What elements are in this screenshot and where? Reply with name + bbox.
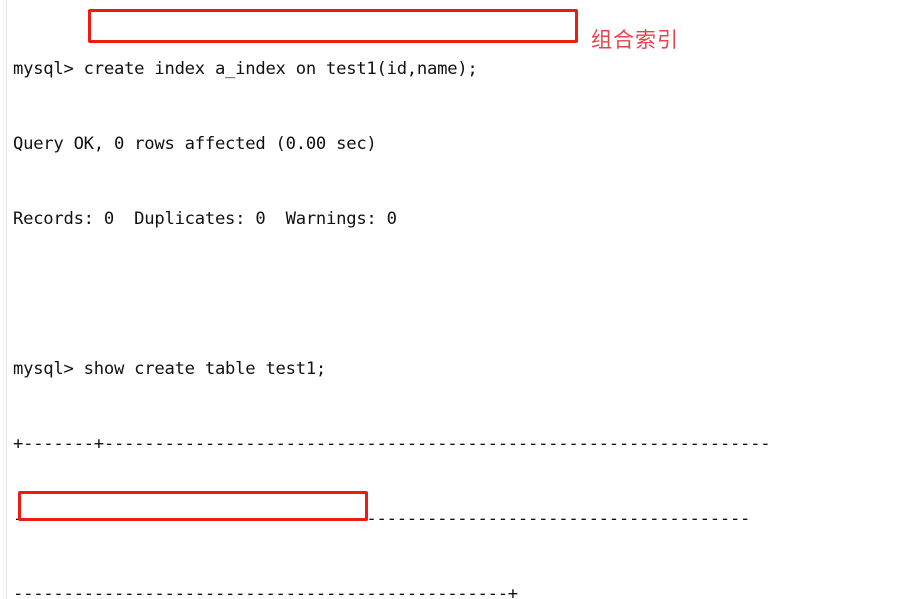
terminal-line: +-------+-------------------------------… [13,434,771,454]
terminal-line: ----------------------------------------… [13,509,751,529]
window-left-edge-inner [6,0,7,599]
terminal-line: mysql> create index a_index on test1(id,… [13,59,478,79]
terminal-line: mysql> show create table test1; [13,359,327,379]
annotation-composite-index-label: 组合索引 [591,28,679,52]
window-left-edge-outer [3,0,4,599]
terminal-console-output[interactable]: mysql> create index a_index on test1(id,… [13,7,904,599]
terminal-line: ----------------------------------------… [13,584,518,599]
terminal-window[interactable]: mysql> create index a_index on test1(id,… [0,0,904,599]
terminal-line: Query OK, 0 rows affected (0.00 sec) [13,134,377,154]
terminal-line: Records: 0 Duplicates: 0 Warnings: 0 [13,209,397,229]
